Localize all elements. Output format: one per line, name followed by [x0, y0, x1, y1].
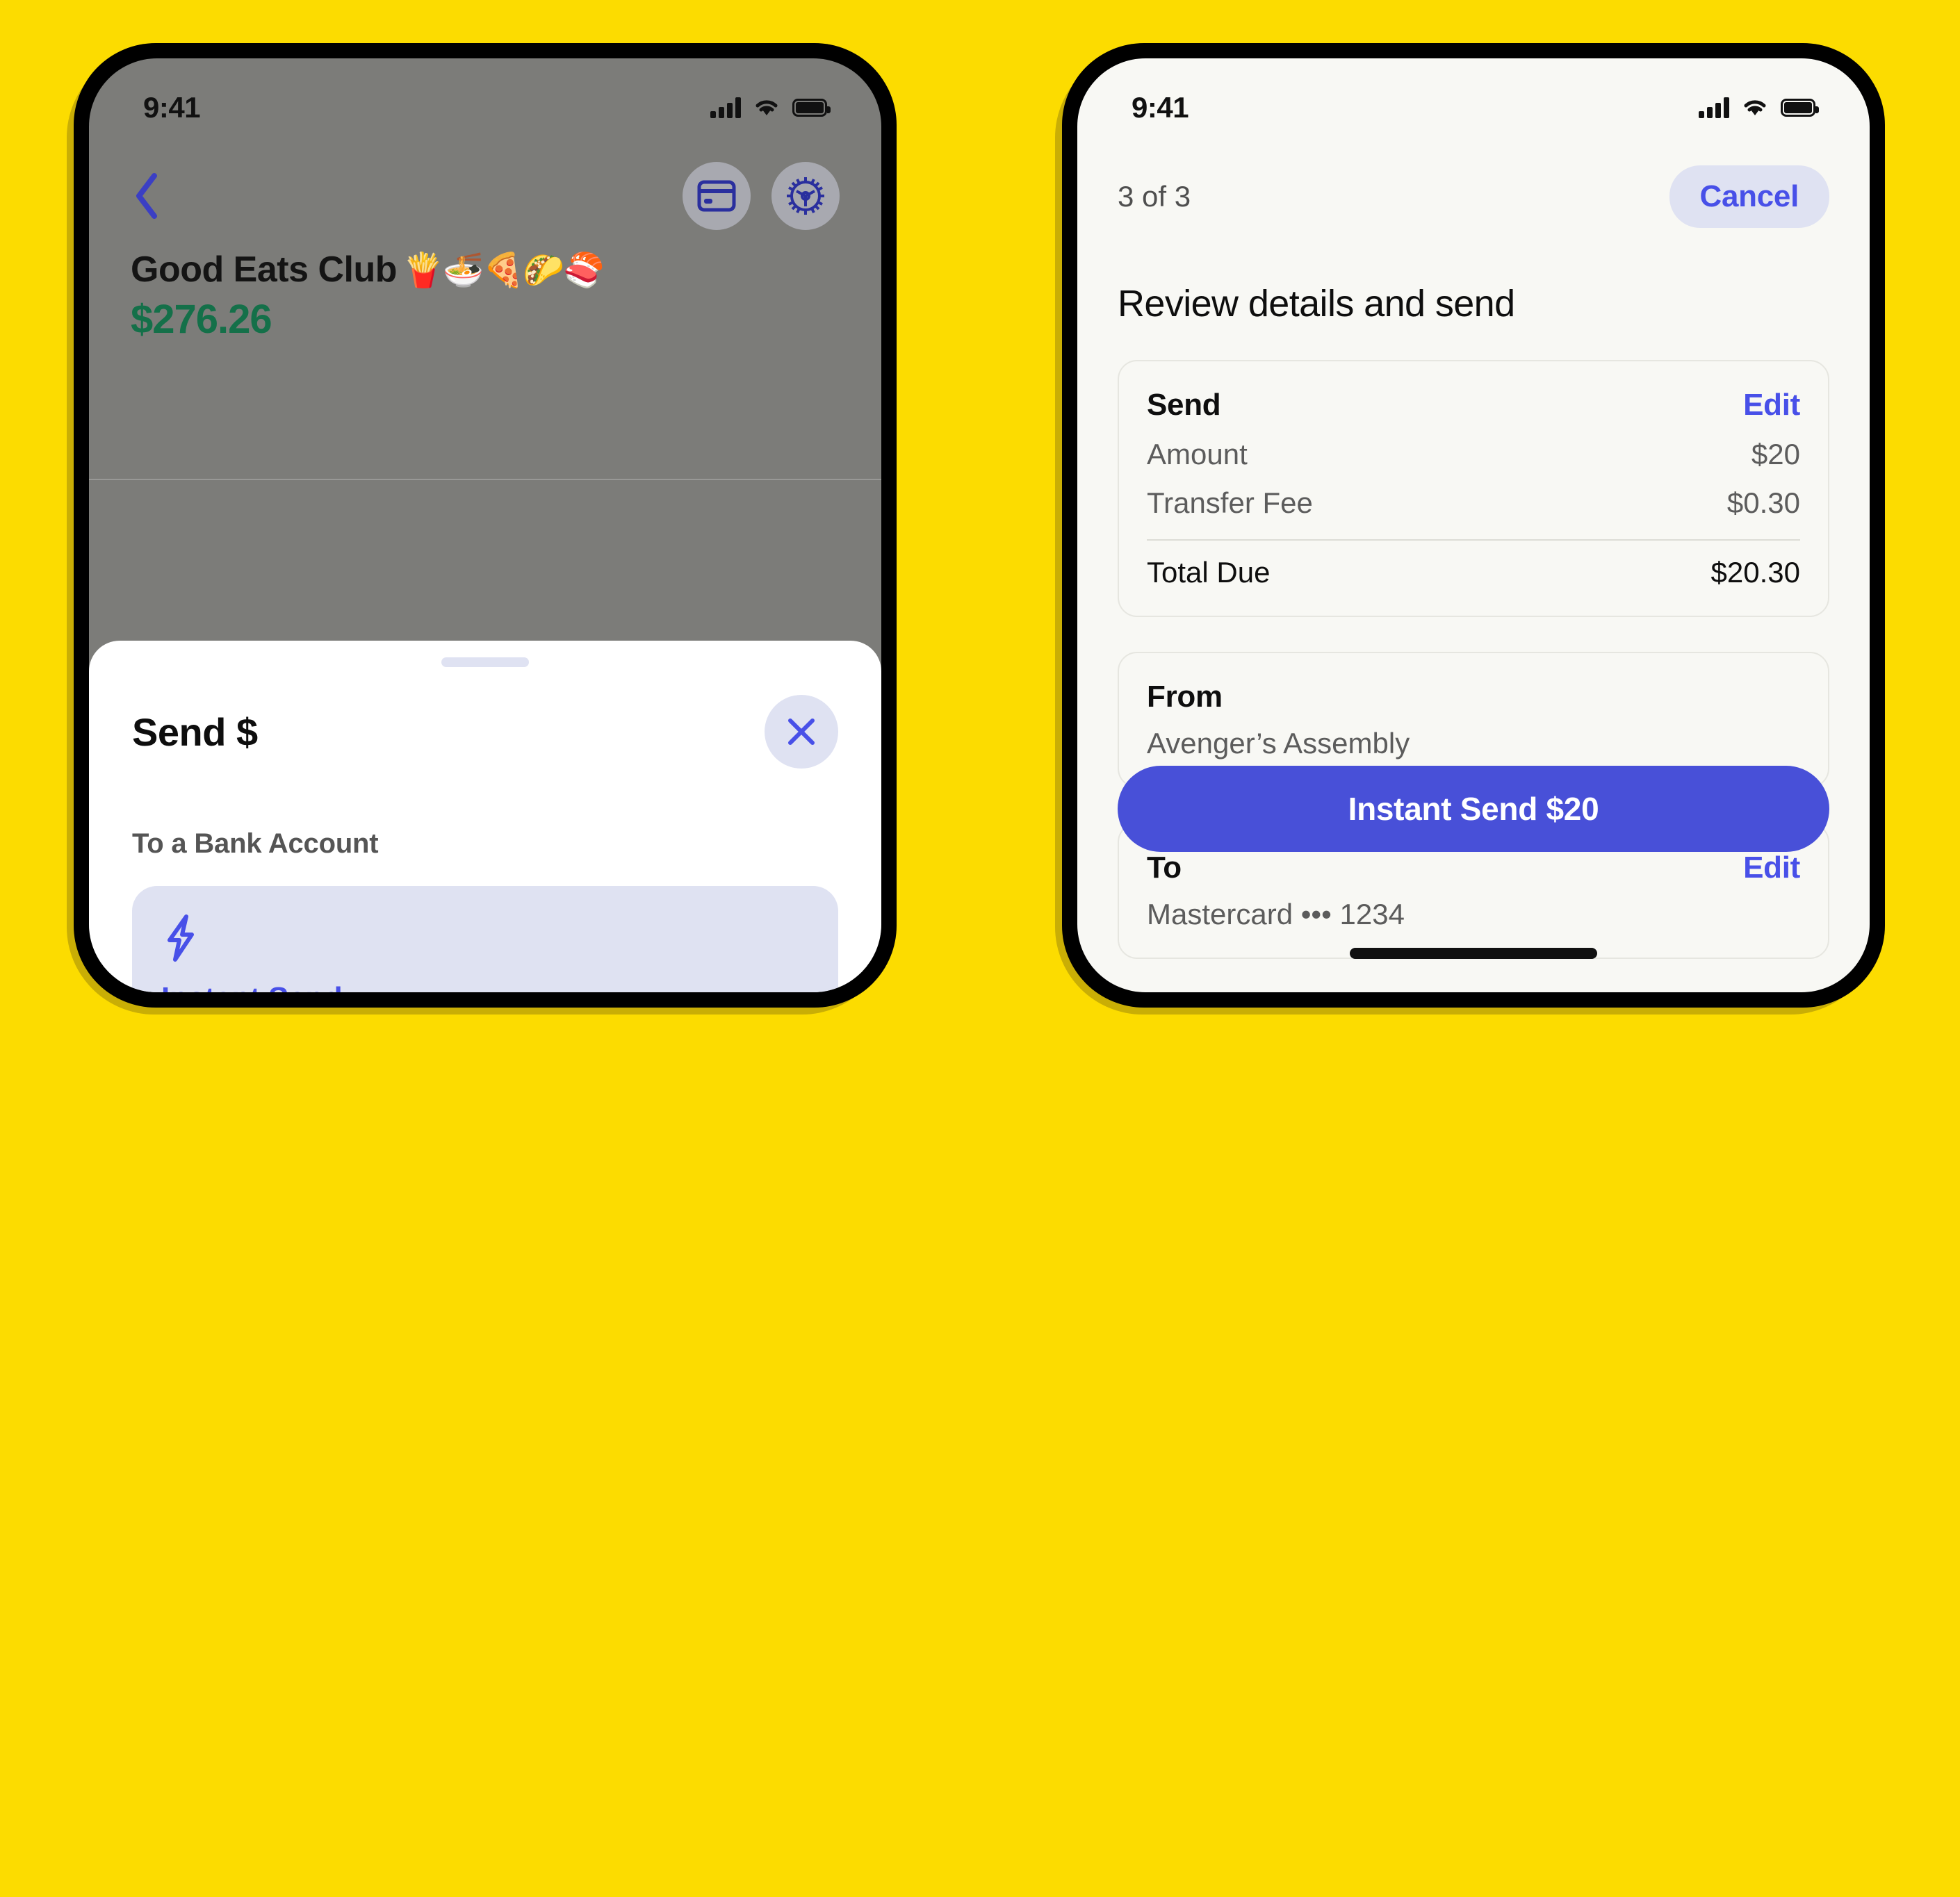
page-title: Review details and send	[1118, 283, 1515, 325]
nav-actions	[683, 162, 840, 230]
amount-label: Amount	[1147, 438, 1248, 470]
home-indicator	[1350, 948, 1597, 959]
cards-button[interactable]	[683, 162, 751, 230]
screen-right: 9:41 3 of 3 Cancel Review details and se…	[1077, 58, 1870, 992]
settings-button[interactable]	[771, 162, 840, 230]
club-emoji: 🍟🍜🍕🌮🍣	[402, 252, 605, 289]
status-time: 9:41	[143, 91, 201, 124]
status-bar-right: 9:41	[1077, 58, 1870, 133]
card-divider	[1147, 539, 1800, 541]
instant-send-option[interactable]: Instant Send Sent in seconds with your d…	[132, 886, 838, 992]
header-divider	[89, 479, 881, 480]
send-sheet: Send $ To a Bank Account Instant Send Se…	[89, 641, 881, 992]
chevron-left-icon	[136, 173, 157, 219]
sheet-header: Send $	[132, 695, 838, 769]
send-summary-card: Send Edit Amount $20 Transfer Fee $0.30 …	[1118, 360, 1829, 617]
status-time: 9:41	[1132, 91, 1189, 124]
sheet-drag-handle[interactable]	[441, 657, 529, 667]
lightning-bolt-icon	[168, 914, 194, 962]
transfer-fee-value: $0.30	[1726, 486, 1800, 519]
battery-icon	[792, 99, 831, 117]
signal-icon	[1699, 97, 1729, 118]
amount-row: Amount $20	[1147, 438, 1800, 471]
to-card-value: Mastercard ••• 1234	[1147, 898, 1405, 930]
status-icons	[710, 97, 831, 118]
club-header: Good Eats Club 🍟🍜🍕🌮🍣 $276.26	[89, 133, 881, 343]
close-icon	[788, 718, 815, 745]
wifi-icon	[756, 100, 778, 115]
status-icons	[1699, 97, 1819, 118]
signal-icon	[710, 97, 741, 118]
review-screen-content: 3 of 3 Cancel Review details and send Se…	[1077, 133, 1870, 992]
back-button[interactable]	[131, 172, 172, 220]
club-balance: $276.26	[131, 297, 272, 342]
instant-send-title: Instant Send	[161, 981, 809, 992]
phone-frame-right: 9:41 3 of 3 Cancel Review details and se…	[1062, 43, 1885, 1008]
send-card-header: Send Edit	[1147, 388, 1800, 422]
instant-send-button[interactable]: Instant Send $20	[1118, 766, 1829, 852]
from-card-title: From	[1147, 680, 1223, 714]
club-name: Good Eats Club	[131, 249, 398, 290]
edit-to-link[interactable]: Edit	[1743, 851, 1800, 885]
status-bar-left: 9:41	[89, 58, 881, 133]
total-due-row: Total Due $20.30	[1147, 556, 1800, 589]
club-title: Good Eats Club 🍟🍜🍕🌮🍣	[131, 249, 840, 290]
review-top-bar: 3 of 3 Cancel	[1118, 165, 1829, 228]
close-button[interactable]	[765, 695, 838, 769]
to-card-header: To Edit	[1147, 851, 1800, 885]
gear-icon	[787, 177, 824, 215]
cancel-button[interactable]: Cancel	[1669, 165, 1829, 228]
to-card-title: To	[1147, 851, 1182, 885]
send-card-title: Send	[1147, 388, 1221, 422]
battery-icon	[1781, 99, 1819, 117]
phone-frame-left: 9:41 Good Eats Club 🍟🍜🍕🌮🍣 $276.26 Send $…	[74, 43, 897, 1008]
amount-value: $20	[1751, 438, 1800, 470]
nav-row	[131, 161, 840, 231]
sheet-title: Send $	[132, 709, 258, 754]
step-indicator: 3 of 3	[1118, 180, 1191, 213]
total-due-value: $20.30	[1710, 556, 1800, 589]
credit-card-icon	[697, 180, 736, 212]
bank-section-label: To a Bank Account	[132, 828, 379, 859]
wifi-icon	[1744, 100, 1766, 115]
transfer-fee-label: Transfer Fee	[1147, 486, 1313, 519]
total-due-label: Total Due	[1147, 556, 1271, 589]
transfer-fee-row: Transfer Fee $0.30	[1147, 486, 1800, 520]
edit-send-link[interactable]: Edit	[1743, 388, 1800, 422]
screen-left: 9:41 Good Eats Club 🍟🍜🍕🌮🍣 $276.26 Send $…	[89, 58, 881, 992]
from-card-value: Avenger’s Assembly	[1147, 727, 1410, 759]
